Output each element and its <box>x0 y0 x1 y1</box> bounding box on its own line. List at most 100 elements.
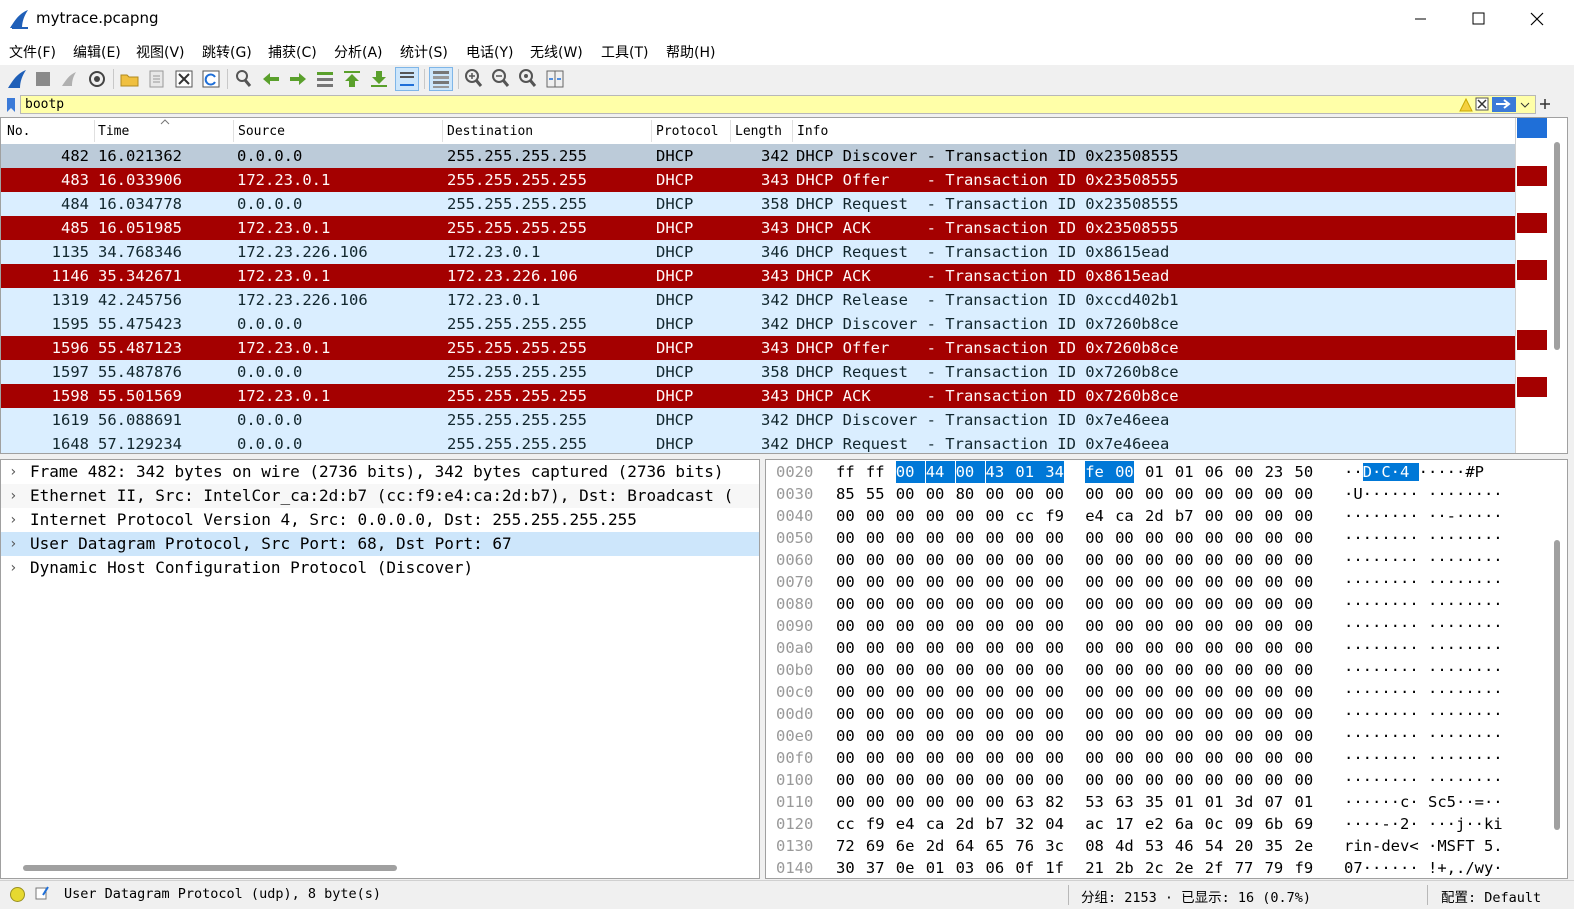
hex-byte[interactable]: 2b <box>1115 857 1134 878</box>
table-row[interactable]: 1595 55.475423 0.0.0.0 255.255.255.255 DHCP 3… <box>1 312 1515 336</box>
hex-byte[interactable]: 00 <box>1085 725 1104 747</box>
hex-byte[interactable]: 00 <box>1265 527 1284 549</box>
hex-byte[interactable]: 00 <box>1235 769 1254 791</box>
hex-byte[interactable]: 00 <box>986 483 1005 505</box>
hex-byte[interactable]: ff <box>866 461 885 483</box>
hex-byte[interactable]: 00 <box>1045 659 1064 681</box>
hex-byte[interactable]: 00 <box>1145 527 1164 549</box>
hex-byte[interactable]: 00 <box>836 703 855 725</box>
hex-byte[interactable]: 00 <box>1085 593 1104 615</box>
hex-byte[interactable]: 3d <box>1235 791 1254 813</box>
hex-byte[interactable]: 00 <box>926 637 945 659</box>
hex-byte[interactable]: 00 <box>1235 659 1254 681</box>
column-header-protocol[interactable]: Protocol <box>656 124 719 139</box>
hex-byte[interactable]: 00 <box>956 703 975 725</box>
hex-ascii[interactable]: ········ ········ <box>1344 769 1503 791</box>
hex-byte[interactable]: 00 <box>896 615 915 637</box>
hex-byte[interactable]: 00 <box>1235 571 1254 593</box>
hex-byte[interactable]: 00 <box>1295 593 1314 615</box>
menu-wireless[interactable]: 无线(W) <box>530 42 583 62</box>
add-filter-icon[interactable] <box>1539 98 1551 110</box>
hex-ascii[interactable]: ········ ········ <box>1344 681 1503 703</box>
hex-byte[interactable]: 00 <box>896 703 915 725</box>
hex-byte[interactable]: 00 <box>1295 527 1314 549</box>
hex-byte[interactable]: 00 <box>986 659 1005 681</box>
hex-byte[interactable]: 00 <box>926 791 945 813</box>
hex-byte[interactable]: 00 <box>1235 725 1254 747</box>
hex-ascii[interactable]: ········ ········ <box>1344 747 1503 769</box>
hex-byte[interactable]: 00 <box>866 769 885 791</box>
vertical-scrollbar-thumb[interactable] <box>1554 142 1560 350</box>
hex-byte[interactable]: 00 <box>1175 659 1194 681</box>
go-forward-icon[interactable] <box>287 68 309 90</box>
hex-byte[interactable]: 00 <box>986 769 1005 791</box>
hex-byte[interactable]: 00 <box>1175 747 1194 769</box>
hex-byte[interactable]: 00 <box>1145 615 1164 637</box>
hex-byte[interactable]: 00 <box>956 681 975 703</box>
hex-byte[interactable]: 00 <box>1235 505 1254 527</box>
hex-byte[interactable]: 00 <box>866 505 885 527</box>
shark-fin-start-icon[interactable] <box>6 68 28 90</box>
hex-byte[interactable]: 00 <box>1235 461 1254 483</box>
menu-edit[interactable]: 编辑(E) <box>73 42 121 62</box>
hex-byte[interactable]: 6a <box>1175 813 1194 835</box>
hex-byte[interactable]: 00 <box>1045 593 1064 615</box>
hex-byte[interactable]: 00 <box>1295 681 1314 703</box>
hex-byte[interactable]: 79 <box>1265 857 1284 878</box>
zoom-in-icon[interactable] <box>463 68 485 90</box>
hex-byte[interactable]: f9 <box>1045 505 1064 527</box>
hex-byte[interactable]: 03 <box>956 857 975 878</box>
hex-byte[interactable]: 01 <box>1015 461 1046 483</box>
hex-ascii[interactable]: ········ ········ <box>1344 615 1503 637</box>
hex-byte[interactable]: 00 <box>1085 483 1104 505</box>
hex-byte[interactable]: 00 <box>1235 747 1254 769</box>
hex-byte[interactable]: fe <box>1085 461 1115 483</box>
hex-byte[interactable]: e4 <box>896 813 915 835</box>
hex-byte[interactable]: 00 <box>1085 549 1104 571</box>
hex-byte[interactable]: 00 <box>926 681 945 703</box>
hex-byte[interactable]: 00 <box>1265 505 1284 527</box>
menu-analyze[interactable]: 分析(A) <box>334 42 383 62</box>
hex-byte[interactable]: 06 <box>986 857 1005 878</box>
hex-byte[interactable]: 00 <box>1085 769 1104 791</box>
hex-ascii[interactable]: ········ ········ <box>1344 637 1503 659</box>
hex-byte[interactable]: 00 <box>1115 593 1134 615</box>
hex-byte[interactable]: 00 <box>926 703 945 725</box>
hex-byte[interactable]: 00 <box>1175 703 1194 725</box>
table-row[interactable]: 1319 42.245756 172.23.226.106 172.23.0.1 DHC… <box>1 288 1515 312</box>
hex-byte[interactable]: 00 <box>1205 549 1224 571</box>
menu-statistics[interactable]: 统计(S) <box>400 42 448 62</box>
hex-byte[interactable]: 4d <box>1115 835 1134 857</box>
details-tree-item[interactable]: › Internet Protocol Version 4, Src: 0.0.0… <box>1 508 759 532</box>
hex-byte[interactable]: 50 <box>1295 461 1314 483</box>
find-packet-icon[interactable] <box>233 68 255 90</box>
hex-byte[interactable]: 2c <box>1145 857 1164 878</box>
hex-byte[interactable]: ac <box>1085 813 1104 835</box>
hex-byte[interactable]: 00 <box>1085 615 1104 637</box>
hex-byte[interactable]: 0f <box>1015 857 1034 878</box>
hex-byte[interactable]: 00 <box>1145 659 1164 681</box>
hex-byte[interactable]: 00 <box>1295 769 1314 791</box>
hex-byte[interactable]: 00 <box>1265 615 1284 637</box>
hex-byte[interactable]: 00 <box>836 769 855 791</box>
hex-byte[interactable]: 00 <box>895 461 926 483</box>
hex-byte[interactable]: 00 <box>836 527 855 549</box>
hex-byte[interactable]: 00 <box>1015 747 1034 769</box>
stop-capture-icon[interactable] <box>32 68 54 90</box>
hex-byte[interactable]: 00 <box>896 527 915 549</box>
hex-byte[interactable]: 2e <box>1295 835 1314 857</box>
horizontal-scrollbar-thumb[interactable] <box>23 865 397 871</box>
hex-byte[interactable]: 00 <box>926 549 945 571</box>
hex-byte[interactable]: 00 <box>1145 681 1164 703</box>
hex-byte[interactable]: 32 <box>1015 813 1034 835</box>
hex-byte[interactable]: 00 <box>1205 483 1224 505</box>
hex-byte[interactable]: 00 <box>896 571 915 593</box>
hex-byte[interactable]: 00 <box>866 703 885 725</box>
hex-byte[interactable]: 00 <box>866 571 885 593</box>
hex-byte[interactable]: 2f <box>1205 857 1224 878</box>
hex-byte[interactable]: 00 <box>926 505 945 527</box>
hex-byte[interactable]: 00 <box>1295 725 1314 747</box>
hex-byte[interactable]: 00 <box>1045 703 1064 725</box>
hex-byte[interactable]: e4 <box>1085 505 1104 527</box>
last-packet-icon[interactable] <box>368 68 390 90</box>
